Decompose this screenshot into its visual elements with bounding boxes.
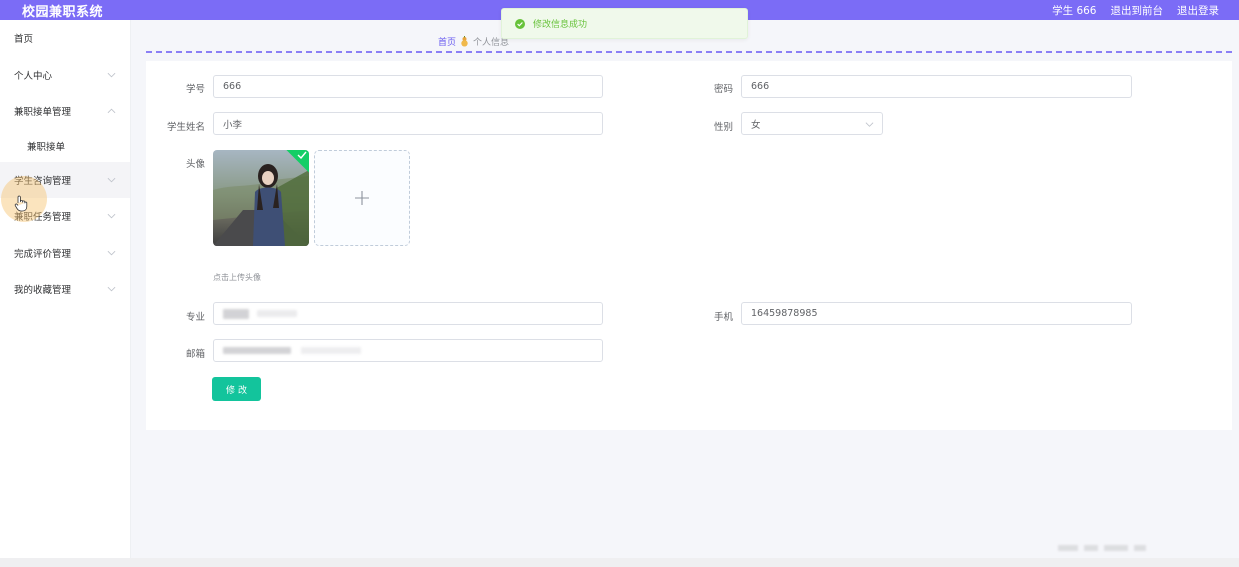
logout-link[interactable]: 退出登录 — [1177, 3, 1219, 18]
breadcrumb-home[interactable]: 首页 — [438, 35, 456, 48]
sidebar-item-completion-review[interactable]: 完成评价管理 — [0, 235, 130, 272]
email-input[interactable] — [213, 339, 603, 362]
name-input[interactable]: 小李 — [213, 112, 603, 135]
name-value: 小李 — [223, 119, 243, 131]
redacted-email — [223, 347, 291, 354]
phone-input[interactable]: 16459878985 — [741, 302, 1132, 325]
current-user: 学生 666 — [1052, 4, 1097, 17]
password-input[interactable]: 666 — [741, 75, 1132, 98]
gender-select[interactable]: 女 — [741, 112, 883, 135]
redacted-major-tail — [257, 310, 297, 317]
name-label: 学生姓名 — [166, 122, 205, 133]
email-label: 邮箱 — [185, 349, 205, 360]
redacted-major — [223, 308, 249, 319]
student-no-label: 学号 — [185, 84, 205, 95]
password-label: 密码 — [713, 84, 733, 95]
plus-icon — [355, 191, 369, 205]
sidebar-item-job-orders-management[interactable]: 兼职接单管理 — [0, 93, 130, 130]
student-no-input[interactable]: 666 — [213, 75, 603, 98]
sidebar-item-label: 我的收藏管理 — [14, 285, 72, 297]
bottom-strip — [0, 558, 1239, 567]
submit-button[interactable]: 修改 — [212, 377, 261, 401]
redacted-email-tail — [301, 347, 361, 354]
check-icon — [297, 151, 307, 159]
sidebar-item-personal-center[interactable]: 个人中心 — [0, 57, 130, 94]
chevron-down-icon — [107, 72, 116, 78]
sidebar-item-label: 完成评价管理 — [14, 248, 72, 260]
avatar-upload-button[interactable] — [314, 150, 410, 246]
phone-value: 16459878985 — [751, 308, 818, 319]
sidebar-item-label: 兼职接单管理 — [14, 107, 72, 119]
chevron-up-icon — [107, 108, 116, 114]
gender-label: 性别 — [713, 122, 733, 133]
goto-front-link[interactable]: 退出到前台 — [1111, 3, 1164, 18]
sidebar: 首页 个人中心 兼职接单管理 兼职接单 学生咨询管理 兼职任务管理 完成评价管理… — [0, 20, 131, 558]
avatar-label: 头像 — [185, 159, 205, 170]
watermark — [1058, 545, 1146, 551]
hand-pointer-icon — [14, 195, 28, 212]
password-value: 666 — [751, 81, 770, 92]
major-label: 专业 — [185, 312, 205, 323]
top-right-actions: 学生 666 退出到前台 退出登录 — [1052, 3, 1219, 18]
sidebar-item-student-consultation[interactable]: 学生咨询管理 — [0, 161, 130, 198]
chevron-down-icon — [107, 214, 116, 219]
student-no-value: 666 — [223, 81, 242, 92]
sidebar-item-label: 首页 — [14, 34, 34, 46]
sidebar-item-label: 兼职接单 — [27, 141, 66, 153]
breadcrumb-divider — [146, 51, 1232, 53]
breadcrumb: 首页 个人信息 — [438, 35, 509, 48]
avatar-image[interactable] — [213, 150, 309, 246]
avatar-photo — [213, 164, 309, 246]
gender-value: 女 — [751, 119, 761, 131]
chevron-down-icon — [107, 250, 116, 256]
upload-hint: 点击上传头像 — [213, 273, 261, 282]
major-input[interactable] — [213, 302, 603, 325]
phone-label: 手机 — [713, 312, 733, 323]
sidebar-item-label: 个人中心 — [14, 70, 53, 82]
chevron-down-icon — [107, 177, 116, 183]
app-title: 校园兼职系统 — [22, 4, 104, 20]
toast-message: 修改信息成功 — [533, 20, 588, 30]
chevron-down-icon — [865, 122, 874, 127]
sidebar-item-my-favorites[interactable]: 我的收藏管理 — [0, 271, 130, 308]
success-check-icon — [515, 18, 525, 29]
success-toast: 修改信息成功 — [501, 8, 748, 39]
sidebar-item-job-orders[interactable]: 兼职接单 — [0, 130, 130, 162]
chevron-down-icon — [107, 287, 116, 292]
gourd-separator-icon — [461, 36, 468, 47]
sidebar-item-home[interactable]: 首页 — [0, 20, 130, 57]
sidebar-item-label: 学生咨询管理 — [14, 175, 72, 187]
